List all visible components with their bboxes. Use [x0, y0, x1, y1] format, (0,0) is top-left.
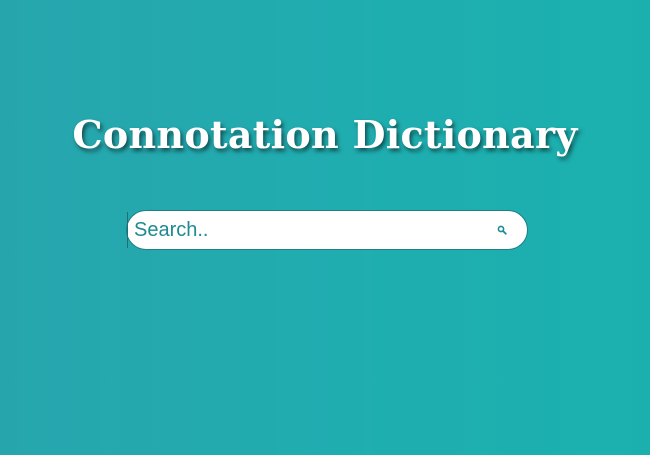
search-icon [497, 225, 507, 235]
page-title: Connotation Dictionary [72, 112, 578, 157]
page: Connotation Dictionary [0, 0, 650, 455]
search-input[interactable] [127, 212, 489, 248]
search-bar [126, 210, 528, 250]
search-button[interactable] [489, 217, 515, 243]
